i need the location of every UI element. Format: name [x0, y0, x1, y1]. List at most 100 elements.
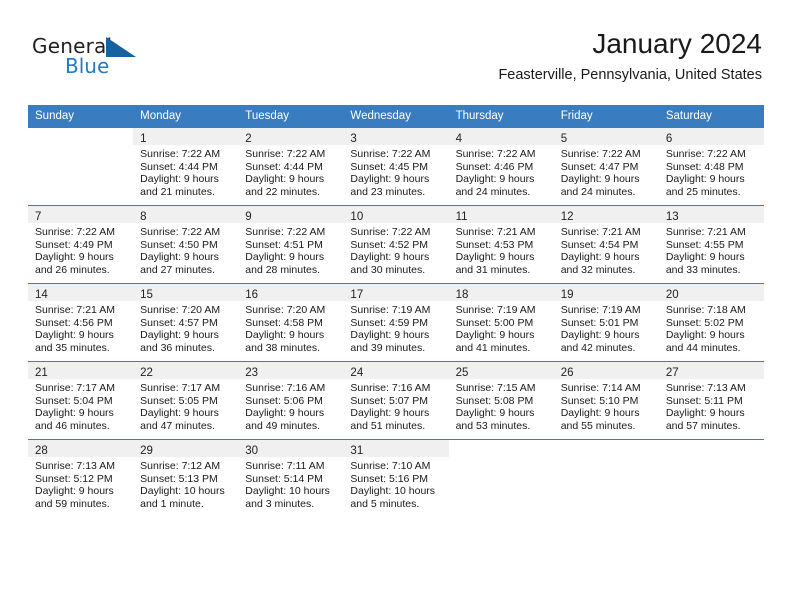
day-cell[interactable]: 12 Sunrise: 7:21 AM Sunset: 4:54 PM Dayligh…	[553, 205, 659, 283]
day-cell[interactable]: 1 Sunrise: 7:22 AM Sunset: 4:44 PM Daylight…	[133, 127, 239, 205]
day-number-bar: 10	[343, 206, 449, 223]
day-detail-line: Daylight: 9 hours	[245, 329, 325, 342]
day-cell[interactable]: 2 Sunrise: 7:22 AM Sunset: 4:44 PM Daylight…	[238, 127, 344, 205]
day-detail-line: Sunrise: 7:17 AM	[35, 382, 115, 394]
day-cell[interactable]: 11 Sunrise: 7:21 AM Sunset: 4:53 PM Dayligh…	[448, 205, 554, 283]
day-detail-line: Sunset: 4:44 PM	[245, 160, 323, 173]
day-details: Sunrise: 7:22 AM Sunset: 4:44 PM Daylight:…	[133, 145, 238, 198]
day-cell[interactable]: 13 Sunrise: 7:21 AM Sunset: 4:55 PM Dayligh…	[658, 205, 764, 283]
day-number-bar: 27	[658, 362, 764, 379]
calendar-cell: 6 Sunrise: 7:22 AM Sunset: 4:48 PM Daylight…	[658, 127, 764, 205]
day-detail-line: Daylight: 10 hours	[245, 485, 330, 498]
calendar-cell: 12 Sunrise: 7:21 AM Sunset: 4:54 PM Dayligh…	[553, 205, 659, 283]
day-number: 31	[350, 445, 364, 457]
day-cell[interactable]: 7 Sunrise: 7:22 AM Sunset: 4:49 PM Daylight…	[28, 205, 134, 283]
day-cell[interactable]: 4 Sunrise: 7:22 AM Sunset: 4:46 PM Daylight…	[448, 127, 554, 205]
day-detail-line: Sunset: 5:06 PM	[245, 394, 323, 407]
day-cell[interactable]: 14 Sunrise: 7:21 AM Sunset: 4:56 PM Dayligh…	[28, 283, 134, 361]
day-cell[interactable]: 6 Sunrise: 7:22 AM Sunset: 4:48 PM Daylight…	[658, 127, 764, 205]
day-number-bar: 7	[28, 206, 134, 223]
calendar-cell	[553, 439, 659, 517]
day-number: 23	[245, 367, 259, 379]
day-cell[interactable]: 20 Sunrise: 7:18 AM Sunset: 5:02 PM Dayligh…	[658, 283, 764, 361]
calendar-cell: 22 Sunrise: 7:17 AM Sunset: 5:05 PM Dayligh…	[133, 361, 239, 439]
day-number: 9	[245, 211, 252, 223]
day-detail-line: Daylight: 9 hours	[560, 329, 640, 342]
calendar-week-row: 28 Sunrise: 7:13 AM Sunset: 5:12 PM Dayligh…	[28, 439, 764, 517]
day-detail-line: Daylight: 9 hours	[560, 407, 640, 420]
day-detail-line: Daylight: 9 hours	[350, 173, 430, 186]
calendar-cell	[658, 439, 764, 517]
day-number: 8	[140, 211, 147, 223]
calendar-cell: 30 Sunrise: 7:11 AM Sunset: 5:14 PM Dayligh…	[238, 439, 344, 517]
day-cell[interactable]: 5 Sunrise: 7:22 AM Sunset: 4:47 PM Daylight…	[553, 127, 659, 205]
day-detail-line: Sunset: 4:47 PM	[560, 160, 639, 173]
day-number: 2	[245, 133, 252, 145]
calendar-cell: 18 Sunrise: 7:19 AM Sunset: 5:00 PM Dayligh…	[448, 283, 554, 361]
day-details: Sunrise: 7:22 AM Sunset: 4:51 PM Daylight:…	[238, 223, 343, 276]
day-details: Sunrise: 7:20 AM Sunset: 4:58 PM Daylight:…	[238, 301, 343, 354]
day-number-bar: 25	[448, 362, 554, 379]
day-detail-line: Daylight: 9 hours	[350, 329, 430, 342]
day-number: 24	[350, 367, 364, 379]
day-cell[interactable]: 17 Sunrise: 7:19 AM Sunset: 4:59 PM Dayligh…	[343, 283, 449, 361]
day-detail-line: Daylight: 9 hours	[140, 251, 219, 264]
day-details: Sunrise: 7:14 AM Sunset: 5:10 PM Daylight:…	[554, 379, 659, 432]
day-cell[interactable]: 23 Sunrise: 7:16 AM Sunset: 5:06 PM Dayligh…	[238, 361, 344, 439]
day-cell[interactable]: 21 Sunrise: 7:17 AM Sunset: 5:04 PM Dayligh…	[28, 361, 134, 439]
weekday-header-wednesday: Wednesday	[343, 105, 449, 127]
day-detail-line: and 57 minutes.	[665, 419, 741, 432]
day-cell[interactable]: 15 Sunrise: 7:20 AM Sunset: 4:57 PM Dayligh…	[133, 283, 239, 361]
day-details: Sunrise: 7:22 AM Sunset: 4:48 PM Daylight:…	[659, 145, 764, 198]
day-cell[interactable]: 30 Sunrise: 7:11 AM Sunset: 5:14 PM Dayligh…	[238, 439, 344, 517]
day-detail-line: Sunrise: 7:18 AM	[665, 304, 746, 316]
day-details: Sunrise: 7:22 AM Sunset: 4:49 PM Daylight:…	[28, 223, 133, 276]
day-cell[interactable]: 26 Sunrise: 7:14 AM Sunset: 5:10 PM Dayligh…	[553, 361, 659, 439]
day-details: Sunrise: 7:22 AM Sunset: 4:45 PM Daylight:…	[343, 145, 448, 198]
day-detail-line: Sunset: 4:59 PM	[350, 316, 429, 329]
day-cell[interactable]: 31 Sunrise: 7:10 AM Sunset: 5:16 PM Dayligh…	[343, 439, 449, 517]
day-detail-line: Sunset: 4:52 PM	[350, 238, 429, 251]
weekday-header-saturday: Saturday	[658, 105, 764, 127]
calendar-cell: 13 Sunrise: 7:21 AM Sunset: 4:55 PM Dayligh…	[658, 205, 764, 283]
day-number-bar: 14	[28, 284, 134, 301]
day-cell[interactable]: 25 Sunrise: 7:15 AM Sunset: 5:08 PM Dayligh…	[448, 361, 554, 439]
day-cell[interactable]: 24 Sunrise: 7:16 AM Sunset: 5:07 PM Dayligh…	[343, 361, 449, 439]
day-number: 5	[560, 133, 568, 145]
day-cell[interactable]: 3 Sunrise: 7:22 AM Sunset: 4:45 PM Daylight…	[343, 127, 449, 205]
day-detail-line: Sunset: 5:00 PM	[455, 316, 534, 329]
day-cell[interactable]: 19 Sunrise: 7:19 AM Sunset: 5:01 PM Dayligh…	[553, 283, 659, 361]
day-detail-line: and 31 minutes.	[455, 263, 531, 276]
day-detail-line: Daylight: 9 hours	[245, 173, 325, 186]
day-detail-line: Sunset: 4:44 PM	[140, 160, 218, 173]
day-cell[interactable]: 16 Sunrise: 7:20 AM Sunset: 4:58 PM Dayligh…	[238, 283, 344, 361]
day-cell[interactable]: 28 Sunrise: 7:13 AM Sunset: 5:12 PM Dayligh…	[28, 439, 134, 517]
day-detail-line: Sunrise: 7:19 AM	[455, 304, 536, 316]
day-cell[interactable]: 22 Sunrise: 7:17 AM Sunset: 5:05 PM Dayligh…	[133, 361, 239, 439]
day-detail-line: Sunrise: 7:21 AM	[35, 304, 115, 316]
day-detail-line: and 53 minutes.	[455, 419, 531, 432]
day-cell[interactable]: 10 Sunrise: 7:22 AM Sunset: 4:52 PM Dayligh…	[343, 205, 449, 283]
day-cell[interactable]: 18 Sunrise: 7:19 AM Sunset: 5:00 PM Dayligh…	[448, 283, 554, 361]
day-detail-line: Sunrise: 7:16 AM	[350, 382, 431, 394]
day-details: Sunrise: 7:21 AM Sunset: 4:54 PM Daylight:…	[554, 223, 659, 276]
day-details: Sunrise: 7:20 AM Sunset: 4:57 PM Daylight:…	[133, 301, 238, 354]
day-details: Sunrise: 7:13 AM Sunset: 5:12 PM Daylight:…	[28, 457, 133, 510]
day-number: 13	[665, 211, 679, 223]
calendar-page: General Blue January 2024 Feasterville, …	[0, 0, 792, 612]
day-cell[interactable]: 9 Sunrise: 7:22 AM Sunset: 4:51 PM Daylight…	[238, 205, 344, 283]
calendar-cell: 3 Sunrise: 7:22 AM Sunset: 4:45 PM Daylight…	[343, 127, 449, 205]
day-number-bar	[449, 440, 554, 457]
day-detail-line: Sunset: 4:56 PM	[35, 316, 113, 329]
day-number-bar: 11	[448, 206, 554, 223]
day-cell[interactable]: 27 Sunrise: 7:13 AM Sunset: 5:11 PM Dayligh…	[658, 361, 764, 439]
general-blue-logo[interactable]: General Blue	[32, 34, 162, 88]
day-details: Sunrise: 7:15 AM Sunset: 5:08 PM Daylight:…	[449, 379, 554, 432]
day-detail-line: Daylight: 9 hours	[455, 329, 535, 342]
calendar-cell	[28, 127, 134, 205]
day-number-bar: 23	[238, 362, 344, 379]
calendar-cell: 31 Sunrise: 7:10 AM Sunset: 5:16 PM Dayligh…	[343, 439, 449, 517]
day-number-bar: 1	[133, 128, 239, 145]
day-cell[interactable]: 8 Sunrise: 7:22 AM Sunset: 4:50 PM Daylight…	[133, 205, 239, 283]
day-cell[interactable]: 29 Sunrise: 7:12 AM Sunset: 5:13 PM Dayligh…	[133, 439, 239, 517]
